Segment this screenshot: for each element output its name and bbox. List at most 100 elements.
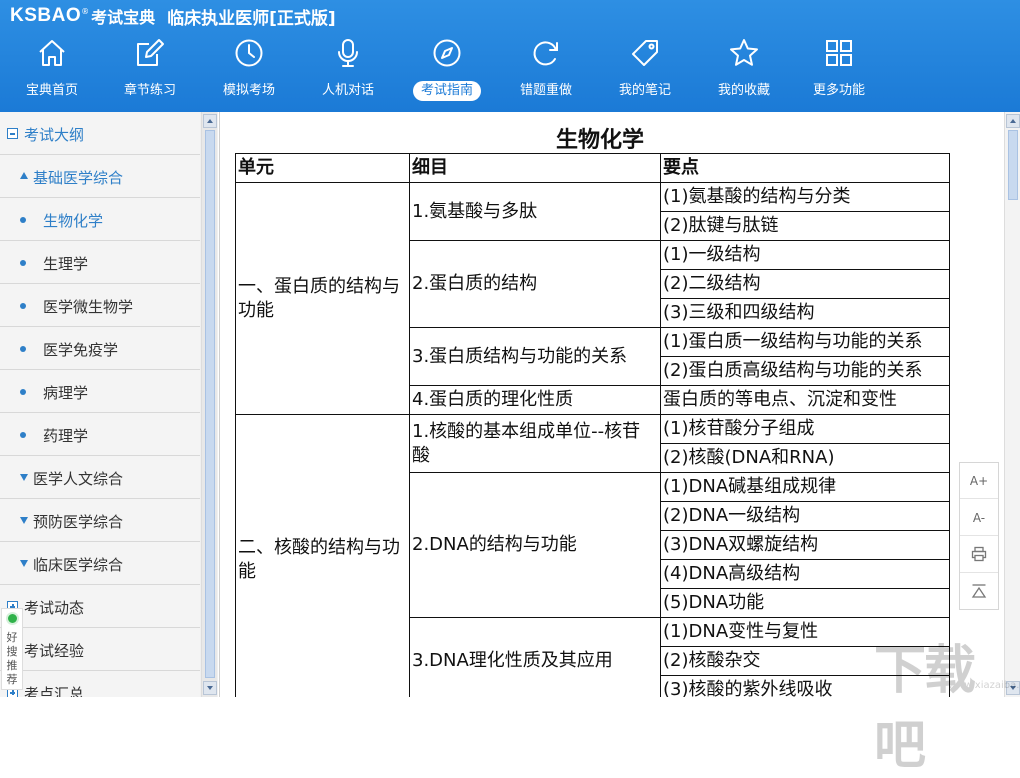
collapse-icon bbox=[7, 128, 18, 139]
recommend-label: 好搜推荐 bbox=[6, 631, 18, 686]
point-cell: (2)核酸杂交 bbox=[660, 646, 950, 676]
detail-cell: 2.蛋白质的结构 bbox=[409, 240, 661, 328]
sidebar-item-label: 考试动态 bbox=[24, 599, 85, 617]
nav-home-label: 宝典首页 bbox=[25, 83, 78, 98]
point-cell: (3)DNA双螺旋结构 bbox=[660, 530, 950, 560]
logo-chinese-text: 考试宝典 bbox=[91, 8, 156, 27]
sidebar-item-preventive[interactable]: 预防医学综合 bbox=[0, 499, 200, 542]
nav-favorites-label: 我的收藏 bbox=[717, 83, 770, 98]
scroll-down-arrow-icon[interactable] bbox=[1006, 681, 1020, 695]
scroll-down-arrow-icon[interactable] bbox=[203, 681, 217, 695]
nav-redo-errors[interactable]: 错题重做 bbox=[501, 30, 591, 108]
sidebar-tree: 考试大纲 基础医学综合 生物化学 生理学 医学微生物学 医学免疫学 病理学 药理… bbox=[0, 112, 200, 697]
unit-cell: 一、蛋白质的结构与功能 bbox=[235, 182, 410, 415]
column-header: 单元 bbox=[235, 153, 410, 183]
sidebar-item-microbiology[interactable]: 医学微生物学 bbox=[0, 284, 200, 327]
sidebar-item-exam-news[interactable]: 考试动态 bbox=[0, 585, 200, 628]
unit-cell: 二、核酸的结构与功能 bbox=[235, 414, 410, 697]
font-smaller-button[interactable]: A- bbox=[960, 500, 998, 536]
point-cell: (2)肽键与肽链 bbox=[660, 211, 950, 241]
bullet-icon bbox=[20, 260, 26, 266]
nav-notes-label: 我的笔记 bbox=[618, 83, 671, 98]
nav-exam-guide-pill: 考试指南 bbox=[412, 81, 481, 101]
nav-mock-exam[interactable]: 模拟考场 bbox=[204, 30, 294, 108]
point-cell: (1)氨基酸的结构与分类 bbox=[660, 182, 950, 212]
nav-favorites[interactable]: 我的收藏 bbox=[699, 30, 789, 108]
font-larger-button[interactable]: A+ bbox=[960, 463, 998, 499]
compass-icon bbox=[433, 39, 461, 67]
table-row: 一、蛋白质的结构与功能 1.氨基酸与多肽 (1)氨基酸的结构与分类 bbox=[235, 182, 950, 415]
column-header: 细目 bbox=[409, 153, 661, 183]
refresh-icon bbox=[533, 41, 558, 66]
main-nav: 宝典首页 章节练习 模拟考场 人机对话 考试指南 错题重做 我的笔记 我的收藏 … bbox=[0, 30, 900, 108]
top-header: KSBAO ® 考试宝典 临床执业医师[正式版] 宝典首页 章节练习 模拟考场 bbox=[0, 0, 1020, 112]
sidebar: 考试大纲 基础医学综合 生物化学 生理学 医学微生物学 医学免疫学 病理学 药理… bbox=[0, 112, 218, 697]
table-header-row: 单元 细目 要点 bbox=[235, 153, 950, 183]
scrollbar-thumb[interactable] bbox=[205, 130, 215, 678]
back-to-top-icon bbox=[971, 584, 987, 598]
sidebar-item-clinical[interactable]: 临床医学综合 bbox=[0, 542, 200, 585]
tag-icon bbox=[632, 40, 658, 66]
print-icon bbox=[971, 546, 987, 562]
nav-dialogue-label: 人机对话 bbox=[321, 83, 374, 98]
nav-notes[interactable]: 我的笔记 bbox=[600, 30, 690, 108]
sidebar-item-pharmacology[interactable]: 药理学 bbox=[0, 413, 200, 456]
nav-home[interactable]: 宝典首页 bbox=[7, 30, 97, 108]
bullet-icon bbox=[20, 389, 26, 395]
sidebar-item-exam-experience[interactable]: 考试经验 bbox=[0, 628, 200, 671]
nav-exam-guide-label: 考试指南 bbox=[402, 81, 492, 101]
nav-chapter-practice[interactable]: 章节练习 bbox=[105, 30, 195, 108]
sidebar-item-label: 预防医学综合 bbox=[33, 513, 124, 531]
sidebar-item-label: 考试大纲 bbox=[24, 126, 85, 144]
collapsed-triangle-icon bbox=[20, 517, 28, 524]
point-cell: (1)蛋白质一级结构与功能的关系 bbox=[660, 327, 950, 357]
document-pane: 生物化学 单元 细目 要点 一、蛋白质的结构与功能 1.氨基酸与多肽 (1)氨基酸的结构与… bbox=[219, 112, 1004, 697]
nav-more-label: 更多功能 bbox=[812, 83, 865, 98]
collapsed-triangle-icon bbox=[20, 560, 28, 567]
scroll-up-arrow-icon[interactable] bbox=[203, 114, 217, 128]
scroll-up-arrow-icon[interactable] bbox=[1006, 114, 1020, 128]
point-cell: (1)核苷酸分子组成 bbox=[660, 414, 950, 444]
sidebar-item-label: 生理学 bbox=[43, 255, 89, 273]
content-scrollbar[interactable] bbox=[1004, 112, 1020, 697]
point-cell: (2)核酸(DNA和RNA) bbox=[660, 443, 950, 473]
sidebar-item-label: 医学人文综合 bbox=[33, 470, 124, 488]
sidebar-scrollbar[interactable] bbox=[201, 112, 217, 697]
print-button[interactable] bbox=[960, 537, 998, 573]
bullet-icon bbox=[20, 303, 26, 309]
scrollbar-thumb[interactable] bbox=[1008, 130, 1018, 200]
nav-more[interactable]: 更多功能 bbox=[794, 30, 884, 108]
nav-exam-guide[interactable]: 考试指南 bbox=[402, 30, 492, 108]
point-cell: (1)DNA变性与复性 bbox=[660, 617, 950, 647]
point-cell: (3)三级和四级结构 bbox=[660, 298, 950, 328]
microphone-icon bbox=[338, 39, 358, 67]
point-cell: (4)DNA高级结构 bbox=[660, 559, 950, 589]
sidebar-item-humanities[interactable]: 医学人文综合 bbox=[0, 456, 200, 499]
point-cell: (3)核酸的紫外线吸收 bbox=[660, 675, 950, 697]
sidebar-item-label: 医学微生物学 bbox=[43, 298, 134, 316]
expanded-triangle-icon bbox=[20, 172, 28, 179]
point-cell: (5)DNA功能 bbox=[660, 588, 950, 618]
sidebar-item-label: 临床医学综合 bbox=[33, 556, 124, 574]
sidebar-item-basic-medicine[interactable]: 基础医学综合 bbox=[0, 155, 200, 198]
sidebar-item-pathology[interactable]: 病理学 bbox=[0, 370, 200, 413]
sidebar-item-label: 考试经验 bbox=[24, 642, 85, 660]
detail-cell: 3.蛋白质结构与功能的关系 bbox=[409, 327, 661, 386]
nav-redo-errors-label: 错题重做 bbox=[519, 83, 572, 98]
nav-dialogue[interactable]: 人机对话 bbox=[303, 30, 393, 108]
sidebar-item-key-points[interactable]: 考点汇总 bbox=[0, 671, 200, 697]
sidebar-item-label: 基础医学综合 bbox=[33, 169, 124, 187]
bullet-icon bbox=[20, 346, 26, 352]
document-title: 生物化学 bbox=[555, 128, 644, 153]
syllabus-table: 单元 细目 要点 一、蛋白质的结构与功能 1.氨基酸与多肽 (1)氨基酸的结构与分类 (2)… bbox=[235, 153, 950, 697]
bullet-icon bbox=[20, 432, 26, 438]
sidebar-item-immunology[interactable]: 医学免疫学 bbox=[0, 327, 200, 370]
nav-mock-exam-label: 模拟考场 bbox=[222, 83, 275, 98]
clock-icon bbox=[235, 39, 263, 67]
back-to-top-button[interactable] bbox=[960, 574, 998, 610]
recommend-widget[interactable]: 好搜推荐 bbox=[1, 608, 23, 690]
sidebar-item-biochemistry[interactable]: 生物化学 bbox=[0, 198, 200, 241]
sidebar-item-exam-syllabus[interactable]: 考试大纲 bbox=[0, 112, 200, 155]
logo-text: KSBAO bbox=[10, 5, 82, 26]
sidebar-item-physiology[interactable]: 生理学 bbox=[0, 241, 200, 284]
